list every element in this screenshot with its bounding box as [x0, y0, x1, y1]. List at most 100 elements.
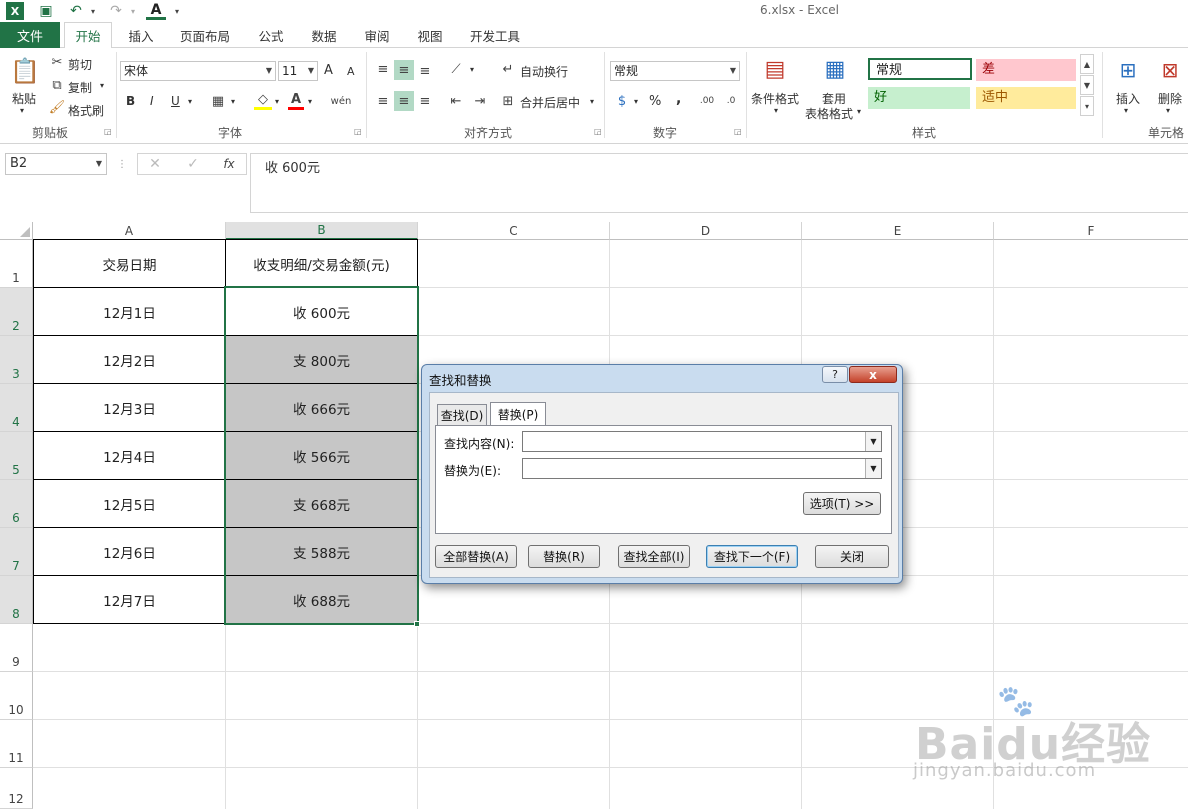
format-table-dropdown-icon[interactable]: ▾ [857, 107, 861, 116]
formula-input[interactable]: 收 600元 [250, 153, 1188, 213]
cancel-icon[interactable]: ✕ [146, 156, 164, 172]
conditional-format-button[interactable]: 条件格式 [751, 90, 799, 107]
italic-button[interactable]: I [150, 94, 154, 108]
font-size-combo[interactable]: 11 ▼ [278, 61, 318, 81]
fill-color-dropdown-icon[interactable]: ▾ [275, 97, 279, 106]
cell-a3[interactable]: 12月2日 [34, 336, 225, 383]
column-header-f[interactable]: F [994, 222, 1188, 240]
phonetic-icon[interactable]: wén [330, 92, 352, 110]
grow-font-button[interactable]: A [324, 63, 333, 78]
percent-button[interactable]: % [649, 94, 661, 109]
style-normal[interactable]: 常规 [868, 58, 972, 80]
font-launcher-icon[interactable]: ◲ [354, 127, 362, 136]
column-header-a[interactable]: A [33, 222, 226, 240]
format-painter-icon[interactable]: 🖌 [49, 100, 66, 115]
alignment-launcher-icon[interactable]: ◲ [594, 127, 602, 136]
row-header-10[interactable]: 10 [0, 672, 33, 720]
tab-page-layout[interactable]: 页面布局 [174, 22, 236, 48]
tab-file[interactable]: 文件 [0, 22, 60, 48]
copy-icon[interactable]: ⧉ [50, 78, 64, 93]
accounting-dropdown-icon[interactable]: ▾ [634, 97, 638, 106]
style-neutral[interactable]: 适中 [976, 87, 1076, 109]
paste-dropdown-icon[interactable]: ▾ [20, 106, 24, 115]
clipboard-launcher-icon[interactable]: ◲ [104, 127, 112, 136]
close-button[interactable]: 关闭 [815, 545, 889, 568]
comma-button[interactable]: , [676, 91, 681, 107]
cell-a8[interactable]: 12月7日 [34, 576, 225, 623]
tab-review[interactable]: 审阅 [356, 22, 398, 48]
replace-with-input[interactable]: ▼ [522, 458, 882, 479]
row-header-12[interactable]: 12 [0, 768, 33, 809]
find-what-input[interactable]: ▼ [522, 431, 882, 452]
insert-function-icon[interactable]: fx [220, 156, 238, 172]
tab-home[interactable]: 开始 [64, 22, 112, 49]
paste-icon[interactable]: 📋 [10, 56, 40, 86]
border-dropdown-icon[interactable]: ▾ [231, 97, 235, 106]
styles-scroll-up-icon[interactable]: ▲ [1080, 54, 1094, 74]
orientation-dropdown-icon[interactable]: ▾ [470, 65, 474, 74]
tab-developer[interactable]: 开发工具 [464, 22, 526, 48]
delete-dropdown-icon[interactable]: ▾ [1166, 106, 1170, 115]
cell-b1[interactable]: 收支明细/交易金额(元) [226, 240, 417, 287]
align-center-icon[interactable]: ≡ [394, 91, 414, 111]
conditional-format-icon[interactable]: ▤ [760, 54, 790, 84]
customize-qat-icon[interactable]: ▾ [172, 2, 182, 20]
align-bottom-icon[interactable]: ≡ [416, 62, 434, 80]
merge-dropdown-icon[interactable]: ▾ [590, 97, 594, 106]
help-button[interactable]: ? [822, 366, 848, 383]
border-icon[interactable]: ▦ [210, 93, 226, 109]
align-middle-icon[interactable]: ≡ [394, 60, 414, 80]
align-top-icon[interactable]: ≡ [374, 60, 392, 78]
shrink-font-button[interactable]: A [347, 65, 355, 78]
row-header-4[interactable]: 4 [0, 384, 33, 432]
cell-a6[interactable]: 12月5日 [34, 480, 225, 527]
underline-dropdown-icon[interactable]: ▾ [188, 97, 192, 106]
decrease-decimal-icon[interactable]: .0 [722, 92, 740, 110]
cut-icon[interactable]: ✂ [50, 55, 64, 70]
cell-a7[interactable]: 12月6日 [34, 528, 225, 575]
tab-find[interactable]: 查找(D) [437, 404, 487, 425]
copy-button[interactable]: 复制 [68, 79, 92, 96]
delete-cells-icon[interactable]: ⊠ [1156, 56, 1184, 84]
paste-button[interactable]: 粘贴 [12, 90, 36, 107]
align-left-icon[interactable]: ≡ [374, 92, 392, 110]
dialog-close-icon[interactable]: x [849, 366, 897, 383]
font-color-qat-icon[interactable]: A [146, 2, 166, 20]
row-header-5[interactable]: 5 [0, 432, 33, 480]
font-name-combo[interactable]: 宋体 ▼ [120, 61, 276, 81]
style-bad[interactable]: 差 [976, 59, 1076, 81]
insert-dropdown-icon[interactable]: ▾ [1124, 106, 1128, 115]
column-header-b[interactable]: B [226, 222, 418, 240]
options-button[interactable]: 选项(T) >> [803, 492, 881, 515]
underline-button[interactable]: U [171, 94, 180, 108]
row-header-1[interactable]: 1 [0, 240, 33, 288]
chevron-down-icon[interactable]: ▼ [865, 432, 881, 451]
fill-color-icon[interactable]: ◇ [254, 92, 272, 110]
redo-dropdown-icon[interactable]: ▾ [128, 2, 138, 20]
row-header-11[interactable]: 11 [0, 720, 33, 768]
row-header-9[interactable]: 9 [0, 624, 33, 672]
orientation-icon[interactable]: ⟋ [446, 60, 466, 78]
merge-center-button[interactable]: 合并后居中 [520, 94, 580, 111]
replace-button[interactable]: 替换(R) [528, 545, 600, 568]
copy-dropdown-icon[interactable]: ▾ [100, 81, 104, 90]
row-header-7[interactable]: 7 [0, 528, 33, 576]
number-format-combo[interactable]: 常规 ▼ [610, 61, 740, 81]
undo-dropdown-icon[interactable]: ▾ [88, 2, 98, 20]
select-all-corner[interactable] [0, 222, 33, 240]
insert-cells-button[interactable]: 插入 [1116, 90, 1140, 107]
row-header-6[interactable]: 6 [0, 480, 33, 528]
cell-a2[interactable]: 12月1日 [34, 288, 225, 335]
save-icon[interactable]: ▣ [36, 2, 56, 20]
tab-replace[interactable]: 替换(P) [490, 402, 546, 426]
chevron-down-icon[interactable]: ▼ [865, 459, 881, 478]
style-good[interactable]: 好 [868, 87, 970, 109]
merge-center-icon[interactable]: ⊞ [500, 93, 516, 109]
increase-indent-icon[interactable]: ⇥ [470, 92, 490, 110]
delete-cells-button[interactable]: 删除 [1158, 90, 1182, 107]
wrap-text-icon[interactable]: ↵ [500, 61, 516, 77]
row-header-2[interactable]: 2 [0, 288, 33, 336]
tab-data[interactable]: 数据 [303, 22, 345, 48]
styles-more-icon[interactable]: ▾ [1080, 96, 1094, 116]
column-header-c[interactable]: C [418, 222, 610, 240]
